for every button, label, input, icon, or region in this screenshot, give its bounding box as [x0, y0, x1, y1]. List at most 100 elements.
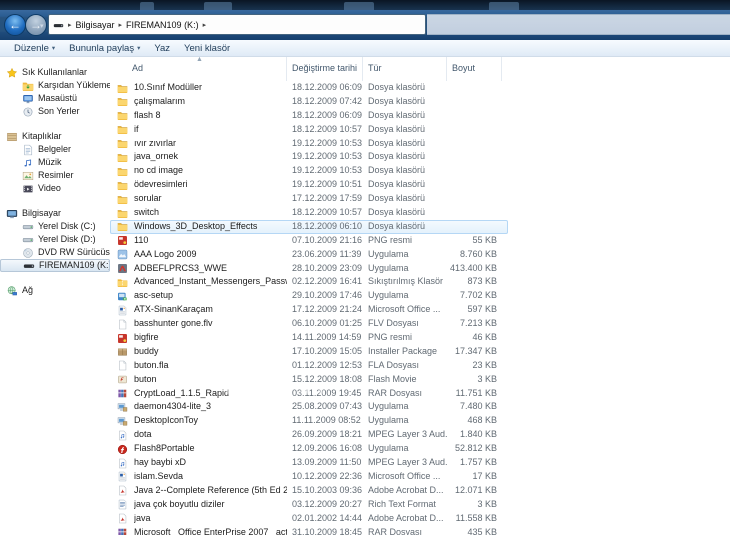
file-row[interactable]: ATX-SinanKaraçam17.12.2009 21:24Microsof…: [110, 303, 508, 317]
file-name: hay baybi xD: [134, 456, 287, 470]
folder-icon: [116, 109, 134, 123]
file-row[interactable]: if18.12.2009 10:57Dosya klasörü: [110, 123, 508, 137]
sidebar-item-resimler[interactable]: Resimler: [0, 169, 110, 182]
breadcrumb-segment[interactable]: FIREMAN109 (K:): [126, 20, 199, 30]
file-row[interactable]: 11007.10.2009 21:16PNG resmi55 KB: [110, 234, 508, 248]
sidebar-item-video[interactable]: Video: [0, 182, 110, 195]
sidebar-item-kar-dan-y-klemeler[interactable]: Karşıdan Yüklemeler: [0, 79, 110, 92]
file-row[interactable]: 10.Sınıf Modüller18.12.2009 06:09Dosya k…: [110, 81, 508, 95]
file-date-modified: 13.09.2009 11:50: [287, 456, 363, 470]
sidebar-group-label: Ağ: [22, 284, 33, 297]
file-row[interactable]: no cd image19.12.2009 10:53Dosya klasörü: [110, 164, 508, 178]
file-row[interactable]: DesktopIconToy11.11.2009 08:52Uygulama46…: [110, 414, 508, 428]
file-row[interactable]: ıvır zıvırlar19.12.2009 10:53Dosya klasö…: [110, 137, 508, 151]
file-size: 8.760 KB: [447, 248, 502, 262]
sidebar-group: BilgisayarYerel Disk (C:)Yerel Disk (D:)…: [0, 207, 110, 272]
sidebar-item-fireman109-k-[interactable]: FIREMAN109 (K:): [0, 259, 110, 272]
sidebar-item-yerel-disk-c-[interactable]: Yerel Disk (C:): [0, 220, 110, 233]
file-row[interactable]: switch18.12.2009 10:57Dosya klasörü: [110, 206, 508, 220]
search-box[interactable]: [427, 14, 730, 35]
file-date-modified: 15.12.2009 18:08: [287, 373, 363, 387]
toolbar-item-d-zenle[interactable]: Düzenle▾: [14, 43, 55, 54]
sidebar-item-label: Video: [38, 182, 61, 195]
file-row[interactable]: basshunter gone.flv06.10.2009 01:25FLV D…: [110, 317, 508, 331]
file-row[interactable]: java_ornek19.12.2009 10:53Dosya klasörü: [110, 150, 508, 164]
file-name: buton.fla: [134, 359, 287, 373]
file-date-modified: 31.10.2009 18:45: [287, 526, 363, 535]
file-size: 3 KB: [447, 498, 502, 512]
folder-icon: [116, 164, 134, 178]
file-type: Dosya klasörü: [363, 192, 447, 206]
history-dropdown-icon[interactable]: ▾: [40, 22, 44, 30]
file-name: dota: [134, 428, 287, 442]
back-button[interactable]: ←: [4, 14, 26, 36]
file-size: [447, 206, 502, 220]
file-row[interactable]: Flash8Portable12.09.2006 16:08Uygulama52…: [110, 442, 508, 456]
file-row[interactable]: daemon4304-lite_325.08.2009 07:43Uygulam…: [110, 400, 508, 414]
installer-app-icon: [116, 400, 134, 414]
file-name: daemon4304-lite_3: [134, 400, 287, 414]
file-date-modified: 14.11.2009 14:59: [287, 331, 363, 345]
file-row[interactable]: sorular17.12.2009 17:59Dosya klasörü: [110, 192, 508, 206]
file-row[interactable]: dota26.09.2009 18:21MPEG Layer 3 Aud...1…: [110, 428, 508, 442]
toolbar-item-yaz[interactable]: Yaz: [154, 43, 170, 54]
column-header-boyut[interactable]: Boyut: [447, 57, 502, 81]
file-row[interactable]: java çok boyutlu diziler03.12.2009 20:27…: [110, 498, 508, 512]
sidebar-group-s-k-kullan-lanlar[interactable]: Sık Kullanılanlar: [0, 66, 110, 79]
file-row[interactable]: java02.01.2002 14:44Adobe Acrobat D...11…: [110, 512, 508, 526]
file-size: 23 KB: [447, 359, 502, 373]
app-setup-icon: [116, 289, 134, 303]
sidebar-item-son-yerler[interactable]: Son Yerler: [0, 105, 110, 118]
file-name: ATX-SinanKaraçam: [134, 303, 287, 317]
taskbar-blob: [204, 2, 232, 10]
sidebar-item-m-zik[interactable]: Müzik: [0, 156, 110, 169]
star-icon: [6, 67, 18, 78]
file-row[interactable]: Microsoft_ Office EnterPrise 2007_ activ…: [110, 526, 508, 535]
sort-ascending-icon: ▲: [196, 56, 203, 63]
column-header-t-r[interactable]: Tür: [363, 57, 447, 81]
toolbar-item-bununla-payla-[interactable]: Bununla paylaş▾: [69, 43, 140, 54]
file-row[interactable]: AAA Logo 200923.06.2009 11:39Uygulama8.7…: [110, 248, 508, 262]
folder-icon: [116, 123, 134, 137]
sidebar-group-a-[interactable]: Ağ: [0, 284, 110, 297]
file-row[interactable]: ADBEFLPRCS3_WWE28.10.2009 23:09Uygulama4…: [110, 262, 508, 276]
breadcrumb-arrow-icon[interactable]: ▸: [118, 21, 124, 29]
sidebar-group-bilgisayar[interactable]: Bilgisayar: [0, 207, 110, 220]
file-row[interactable]: hay baybi xD13.09.2009 11:50MPEG Layer 3…: [110, 456, 508, 470]
file-date-modified: 03.11.2009 19:45: [287, 387, 363, 401]
sidebar-item-label: Yerel Disk (C:): [38, 220, 96, 233]
breadcrumb-segment[interactable]: Bilgisayar: [76, 20, 115, 30]
file-row[interactable]: bigfire14.11.2009 14:59PNG resmi46 KB: [110, 331, 508, 345]
file-size: [447, 109, 502, 123]
file-row[interactable]: asc-setup29.10.2009 17:46Uygulama7.702 K…: [110, 289, 508, 303]
folder-icon: [116, 206, 134, 220]
column-header-de-i-tirme-tarihi[interactable]: Değiştirme tarihi: [287, 57, 363, 81]
sidebar-group-kitapl-klar[interactable]: Kitaplıklar: [0, 130, 110, 143]
file-row[interactable]: çalışmalarım18.12.2009 07:42Dosya klasör…: [110, 95, 508, 109]
toolbar-item-label: Bununla paylaş: [69, 43, 134, 54]
file-size: 1.757 KB: [447, 456, 502, 470]
address-bar[interactable]: ▸ Bilgisayar ▸ FIREMAN109 (K:) ▸: [48, 14, 426, 35]
file-row[interactable]: CryptLoad_1.1.5_Rapid03.11.2009 19:45RAR…: [110, 387, 508, 401]
file-row[interactable]: Advanced_Instant_Messengers_Password...0…: [110, 275, 508, 289]
file-row[interactable]: buton15.12.2009 18:08Flash Movie3 KB: [110, 373, 508, 387]
breadcrumb-arrow-icon[interactable]: ▸: [67, 21, 73, 29]
file-type: Dosya klasörü: [363, 81, 447, 95]
file-row[interactable]: buddy17.10.2009 15:05Installer Package17…: [110, 345, 508, 359]
file-row[interactable]: flash 818.12.2009 06:09Dosya klasörü: [110, 109, 508, 123]
file-row[interactable]: Java 2--Complete Reference (5th Ed 2002)…: [110, 484, 508, 498]
sidebar-item-masa-st-[interactable]: Masaüstü: [0, 92, 110, 105]
file-row[interactable]: islam.Sevda10.12.2009 22:36Microsoft Off…: [110, 470, 508, 484]
sidebar-item-dvd-rw-s-r-c-s-e-[interactable]: DVD RW Sürücüsü (E:): [0, 246, 110, 259]
toolbar-item-yeni-klas-r[interactable]: Yeni klasör: [184, 43, 230, 54]
file-date-modified: 17.12.2009 17:59: [287, 192, 363, 206]
file-row[interactable]: Windows_3D_Desktop_Effects18.12.2009 06:…: [110, 220, 508, 234]
breadcrumb-arrow-icon[interactable]: ▸: [202, 21, 208, 29]
file-size: 11.558 KB: [447, 512, 502, 526]
file-row[interactable]: buton.fla01.12.2009 12:53FLA Dosyası23 K…: [110, 359, 508, 373]
sidebar-item-yerel-disk-d-[interactable]: Yerel Disk (D:): [0, 233, 110, 246]
sidebar-item-belgeler[interactable]: Belgeler: [0, 143, 110, 156]
file-row[interactable]: ödevresimleri19.12.2009 10:51Dosya klasö…: [110, 178, 508, 192]
file-name: java_ornek: [134, 150, 287, 164]
file-size: 3 KB: [447, 373, 502, 387]
